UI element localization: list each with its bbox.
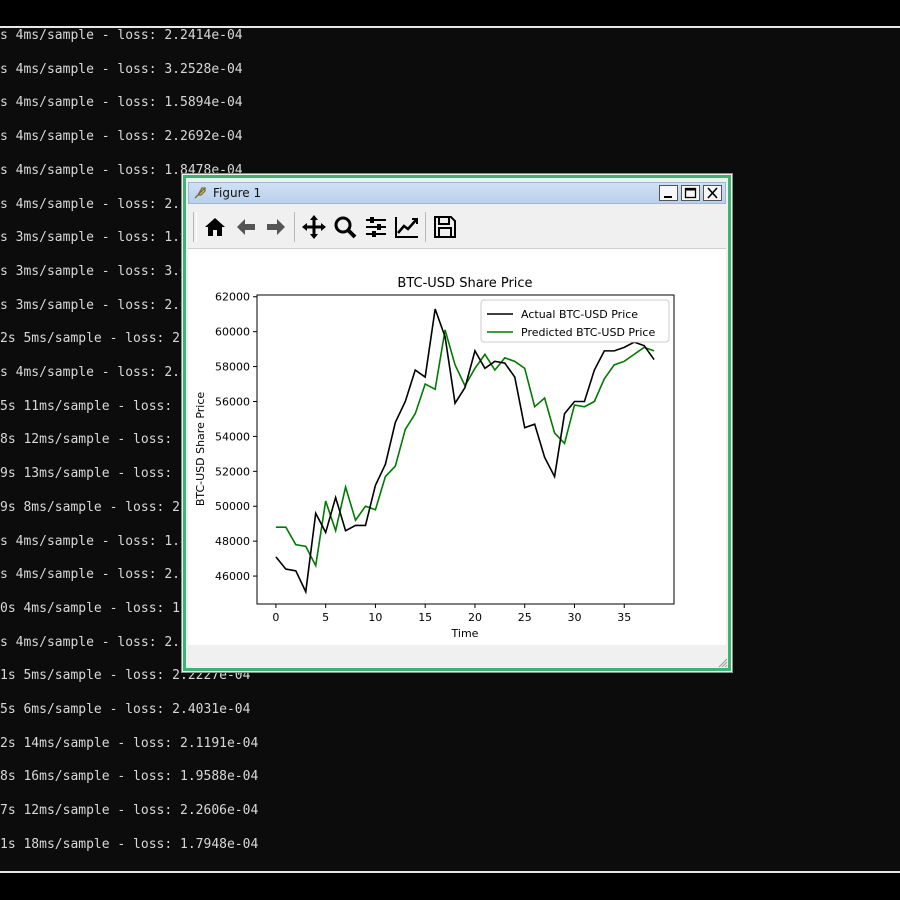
x-tick-label: 10 — [368, 611, 382, 624]
toolbar-grip[interactable] — [193, 212, 197, 242]
terminal-line: 9s 13ms/sample - loss: 2 — [0, 466, 188, 482]
terminal-line: 5s 6ms/sample - loss: 2.4031e-04 — [0, 702, 251, 717]
back-button[interactable] — [233, 214, 259, 240]
terminal-bottom-border — [0, 871, 900, 873]
figure-toolbar — [188, 206, 726, 249]
x-axis-label: Time — [451, 627, 479, 640]
x-tick-label: 5 — [322, 611, 329, 624]
pan-button[interactable] — [301, 214, 327, 240]
home-icon — [205, 218, 225, 236]
chart-title: BTC-USD Share Price — [397, 276, 532, 291]
terminal-line: s 4ms/sample - loss: 1.8 — [0, 533, 188, 549]
figure-titlebar[interactable]: Figure 1 — [188, 182, 726, 204]
y-tick-label: 48000 — [215, 535, 250, 548]
y-tick-label: 58000 — [215, 361, 250, 374]
save-button[interactable] — [432, 214, 458, 240]
terminal-line: 2s 14ms/sample - loss: 2.1191e-04 — [0, 735, 259, 751]
y-tick-label: 46000 — [215, 570, 250, 583]
terminal-line: s 3ms/sample - loss: 3.0 — [0, 263, 188, 279]
series-line-0 — [275, 308, 655, 595]
terminal-line: s 4ms/sample - loss: 2.9 — [0, 567, 188, 583]
y-tick-label: 50000 — [215, 500, 250, 513]
terminal-line: s 3ms/sample - loss: 2.0 — [0, 297, 188, 313]
minimize-button[interactable] — [659, 185, 678, 201]
toolbar-separator — [294, 212, 295, 242]
terminal-line: 8s 12ms/sample - loss: 1 — [0, 432, 188, 448]
toolbar-separator — [425, 212, 426, 242]
pan-icon — [302, 215, 326, 239]
close-icon — [707, 187, 718, 199]
terminal-line: s 3ms/sample - loss: 1.9 — [0, 230, 188, 246]
terminal-line: 8s 16ms/sample - loss: 1.9588e-04 — [0, 769, 259, 785]
legend-label: Predicted BTC-USD Price — [521, 326, 655, 339]
terminal-line: s 4ms/sample - loss: 3.2528e-04 — [0, 61, 243, 77]
figure-title: Figure 1 — [213, 186, 262, 200]
terminal-line: s 4ms/sample - loss: 2.2414e-04 — [0, 28, 243, 43]
home-button[interactable] — [202, 214, 228, 240]
terminal-line: s 4ms/sample - loss: 2.1 — [0, 634, 188, 650]
save-icon — [434, 216, 456, 238]
forward-arrow-icon — [267, 219, 285, 235]
zoom-button[interactable] — [332, 214, 358, 240]
line-chart: BTC-USD Share Price Time BTC-USD Share P… — [194, 276, 675, 640]
terminal-line: 2s 5ms/sample - loss: 2. — [0, 331, 188, 347]
maximize-icon — [684, 187, 697, 199]
close-button[interactable] — [703, 185, 722, 201]
maximize-button[interactable] — [681, 185, 700, 201]
terminal-line: s 4ms/sample - loss: 1.5894e-04 — [0, 95, 243, 111]
x-tick-label: 15 — [418, 611, 432, 624]
forward-button[interactable] — [263, 214, 289, 240]
y-tick-label: 56000 — [215, 395, 250, 408]
terminal-line: s 4ms/sample - loss: 2.2692e-04 — [0, 129, 243, 145]
x-tick-label: 35 — [617, 611, 631, 624]
terminal-line: 0s 4ms/sample - loss: 1. — [0, 600, 188, 616]
terminal-line: s 4ms/sample - loss: 2.5 — [0, 365, 188, 380]
edit-axis-icon — [395, 217, 418, 238]
subplots-icon — [366, 217, 386, 237]
feather-icon — [193, 186, 207, 200]
legend-label: Actual BTC-USD Price — [521, 308, 638, 321]
x-tick-label: 20 — [468, 611, 482, 624]
y-tick-label: 54000 — [215, 430, 250, 443]
subplots-button[interactable] — [363, 214, 389, 240]
y-tick-label: 52000 — [215, 465, 250, 478]
figure-canvas[interactable]: BTC-USD Share Price Time BTC-USD Share P… — [188, 249, 726, 645]
x-tick-label: 0 — [272, 611, 279, 624]
figure-window[interactable]: Figure 1 BTC-USD Share Price Time BTC-US… — [181, 173, 733, 673]
terminal-line: 9s 8ms/sample - loss: 2. — [0, 499, 188, 515]
series-lines — [275, 308, 655, 595]
zoom-icon — [334, 216, 357, 239]
terminal-line: 5s 11ms/sample - loss: 2 — [0, 398, 188, 414]
terminal-line: s 4ms/sample - loss: 2.2 — [0, 196, 188, 212]
y-tick-label: 60000 — [215, 326, 250, 339]
terminal-line: 7s 12ms/sample - loss: 2.2606e-04 — [0, 803, 259, 819]
y-axis-label: BTC-USD Share Price — [194, 392, 207, 507]
y-tick-label: 62000 — [215, 291, 250, 304]
back-arrow-icon — [237, 219, 255, 235]
resize-grip-icon[interactable] — [718, 658, 728, 668]
status-bar — [188, 646, 726, 666]
edit-axis-button[interactable] — [394, 214, 420, 240]
x-tick-label: 25 — [518, 611, 532, 624]
terminal-line: 1s 18ms/sample - loss: 1.7948e-04 — [0, 836, 259, 852]
x-tick-label: 30 — [567, 611, 581, 624]
legend: Actual BTC-USD Price Predicted BTC-USD Pr… — [480, 299, 670, 343]
minimize-icon — [664, 196, 672, 198]
